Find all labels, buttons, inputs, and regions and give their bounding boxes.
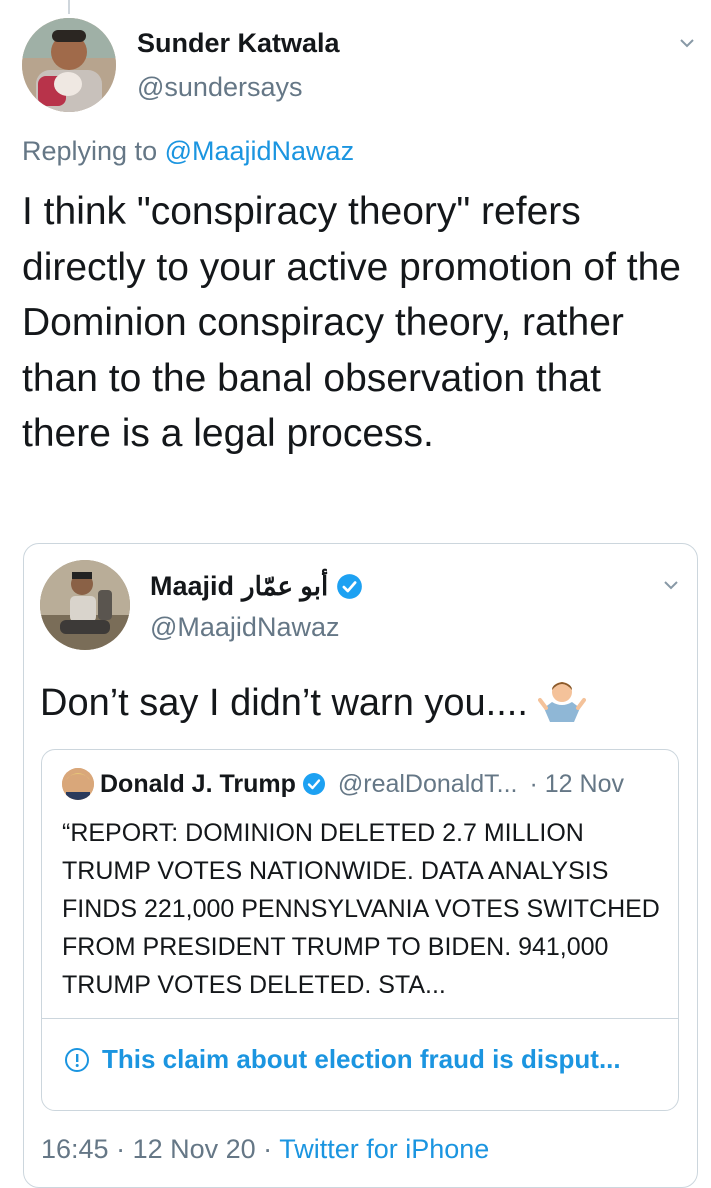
embedded-tweet-header: Donald J. Trump @realDonaldT... · 12 Nov (62, 768, 624, 800)
verified-badge-icon (336, 573, 363, 600)
disputed-claim-text[interactable]: This claim about election fraud is dispu… (102, 1044, 621, 1075)
author-name[interactable]: Sunder Katwala (137, 28, 340, 59)
embedded-date: · 12 Nov (529, 769, 624, 798)
embedded-quoted-tweet[interactable]: Donald J. Trump @realDonaldT... · 12 Nov… (41, 749, 679, 1111)
meta-separator: · (108, 1134, 133, 1164)
tweet-time[interactable]: 16:45 (41, 1134, 109, 1164)
tweet-text: I think "conspiracy theory" refers direc… (22, 190, 681, 455)
quoted-author-handle[interactable]: @MaajidNawaz (150, 612, 339, 643)
replying-to-line: Replying to @MaajidNawaz (22, 136, 354, 167)
disputed-claim-notice[interactable]: This claim about election fraud is dispu… (64, 1044, 621, 1075)
verified-badge-icon (302, 772, 326, 796)
embedded-author-name[interactable]: Donald J. Trump (100, 770, 296, 799)
tweet-client[interactable]: Twitter for iPhone (279, 1134, 489, 1164)
replying-to-prefix: Replying to (22, 136, 165, 166)
author-handle[interactable]: @sundersays (137, 72, 302, 103)
info-icon (64, 1047, 90, 1073)
tweet-date[interactable]: 12 Nov 20 (133, 1134, 256, 1164)
chevron-down-icon[interactable] (664, 578, 678, 592)
divider (42, 1018, 678, 1019)
meta-separator: · (255, 1134, 280, 1164)
chevron-down-icon[interactable] (680, 36, 694, 50)
person-shrugging-icon (537, 678, 586, 732)
quoted-avatar[interactable] (40, 560, 130, 650)
quoted-tweet-text-content: Don’t say I didn’t warn you.... (40, 682, 528, 725)
quoted-author-row[interactable]: Maajid أبو عمّار (150, 568, 363, 604)
embedded-author-handle[interactable]: @realDonaldT... (338, 770, 518, 799)
thread-connector-line (68, 0, 70, 14)
avatar[interactable] (22, 18, 116, 112)
replying-to-link[interactable]: @MaajidNawaz (165, 136, 354, 166)
tweet-meta: 16:45 · 12 Nov 20 · Twitter for iPhone (41, 1134, 489, 1165)
quoted-author-name[interactable]: Maajid (150, 571, 234, 602)
quoted-author-arabic[interactable]: أبو عمّار (242, 571, 328, 602)
embedded-tweet-text: “REPORT: DOMINION DELETED 2.7 MILLION TR… (62, 819, 660, 999)
quoted-tweet-text: Don’t say I didn’t warn you.... (40, 678, 586, 732)
embedded-avatar[interactable] (62, 768, 94, 800)
